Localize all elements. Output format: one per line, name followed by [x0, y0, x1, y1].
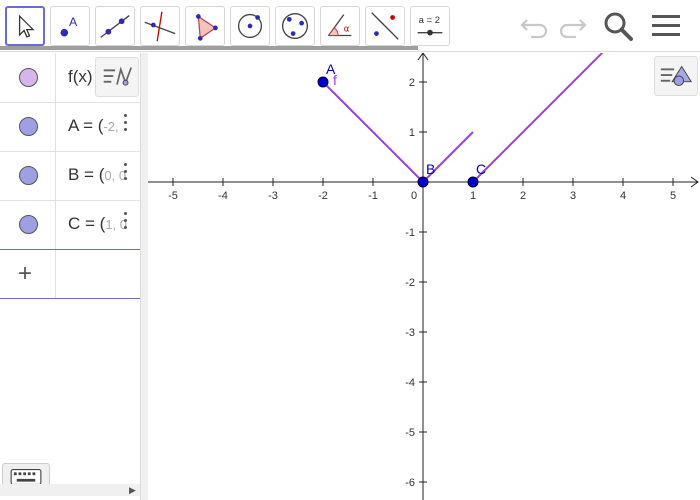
visibility-marble[interactable] [19, 117, 38, 136]
y-tick-label: -2 [405, 277, 415, 289]
graphics-style-bar-button[interactable] [654, 56, 698, 96]
point-b [417, 176, 429, 188]
algebra-input-row[interactable]: + [0, 249, 140, 299]
x-tick-label: 2 [520, 190, 526, 202]
line-tool-button[interactable] [95, 6, 135, 46]
point-label: B [426, 161, 435, 177]
visibility-marble[interactable] [19, 215, 38, 234]
y-tick-label: -6 [405, 477, 415, 489]
point-icon: A [60, 15, 78, 37]
main-menu-button[interactable] [648, 8, 684, 44]
algebra-row-label: f(x) [68, 67, 93, 86]
x-tick-label: 0 [411, 190, 417, 202]
algebra-horizontal-scrollbar[interactable] [0, 484, 140, 496]
move-tool-button[interactable] [5, 6, 45, 46]
marble-cell [0, 200, 56, 249]
circle-icon [237, 13, 263, 39]
scroll-right-arrow-icon[interactable]: ▶ [129, 485, 136, 496]
point-c [467, 176, 479, 188]
algebra-view: f(x) A = (-2, B = (0, 0 C = (1, 0 + [0, 53, 140, 500]
add-item-cell: + [0, 250, 56, 298]
point-label: A [326, 61, 336, 77]
redo-icon [559, 19, 587, 39]
reflect-tool-button[interactable] [365, 6, 405, 46]
algebra-row-label: B = ( [68, 165, 105, 184]
y-tick-label: 1 [409, 127, 415, 139]
angle-tool-label: α [344, 25, 350, 35]
algebra-row-c[interactable]: C = (1, 0 [0, 200, 140, 250]
y-tick-label: 2 [409, 77, 415, 89]
graphics-canvas[interactable]: -5 -4 -3 -2 -1 0 1 2 3 4 521-1-2-3-4-5-6fAB C [148, 53, 700, 500]
point-tool-button[interactable]: A [50, 6, 90, 46]
angle-icon: α [327, 14, 352, 37]
toolbar-scroll-indicator [0, 46, 418, 50]
point-label: C [476, 161, 486, 177]
perpendicular-line-icon [144, 11, 176, 42]
x-tick-label: 1 [470, 190, 476, 202]
undo-button[interactable] [517, 8, 553, 44]
circle-tool-button[interactable] [230, 6, 270, 46]
slider-icon: a = 2 [417, 15, 443, 36]
cursor-arrow-icon [18, 14, 35, 38]
function-segment [472, 53, 604, 183]
view-splitter[interactable] [140, 53, 148, 500]
algebra-row-text: C = (1, 0 [68, 214, 127, 234]
x-tick-label: -3 [268, 190, 278, 202]
hamburger-menu-icon [652, 15, 680, 36]
x-tick-label: -5 [168, 190, 178, 202]
algebra-row-text: B = (0, 0 [68, 165, 126, 185]
graphics-style-icon [660, 65, 693, 86]
x-tick-label: 3 [570, 190, 576, 202]
algebra-row-label: A = ( [68, 116, 104, 135]
angle-tool-button[interactable]: α [320, 6, 360, 46]
x-tick-label: 5 [670, 190, 676, 202]
algebra-row-value: -2, [103, 119, 119, 134]
polygon-icon [195, 14, 218, 41]
x-tick-label: -2 [318, 190, 328, 202]
y-tick-label: -5 [405, 427, 415, 439]
algebra-row-text: A = (-2, [68, 116, 119, 136]
y-tick-label: -1 [405, 227, 415, 239]
graphics-view[interactable]: -5 -4 -3 -2 -1 0 1 2 3 4 5 2 1 -1 -2 -3 -4 -5 -6 f A B C [148, 53, 700, 500]
x-tick-label: -4 [218, 190, 228, 202]
redo-button[interactable] [554, 8, 590, 44]
x-tick-label: 4 [620, 190, 626, 202]
search-icon [604, 12, 633, 41]
visibility-marble[interactable] [19, 166, 38, 185]
y-tick-label: -4 [405, 377, 415, 389]
plus-icon[interactable]: + [18, 260, 32, 288]
toolbar: A α a = 2 [0, 0, 700, 52]
point-a [317, 76, 329, 88]
algebra-style-bar-button[interactable] [95, 57, 139, 97]
algebra-row-b[interactable]: B = (0, 0 [0, 151, 140, 201]
marble-cell [0, 53, 56, 102]
y-tick-label: -3 [405, 327, 415, 339]
algebra-row-value: 0, 0 [104, 168, 127, 183]
conic-tool-button[interactable] [275, 6, 315, 46]
slider-tool-label: a = 2 [419, 15, 440, 26]
marble-cell [0, 102, 56, 151]
perpendicular-tool-button[interactable] [140, 6, 180, 46]
marble-cell [0, 151, 56, 200]
search-button[interactable] [600, 8, 636, 44]
reflect-icon [371, 12, 399, 40]
undo-icon [520, 19, 548, 39]
slider-tool-button[interactable]: a = 2 [410, 6, 450, 46]
algebra-row-a[interactable]: A = (-2, [0, 102, 140, 152]
x-tick-label: -1 [368, 190, 378, 202]
point-tool-label: A [69, 15, 78, 29]
algebra-row-text: f(x) [68, 67, 93, 87]
visibility-marble[interactable] [19, 68, 38, 87]
row-menu-icon[interactable] [124, 212, 128, 234]
toolbar-divider [0, 51, 700, 52]
algebra-row-label: C = ( [68, 214, 106, 233]
sort-function-icon [103, 66, 133, 86]
circle-through-points-icon [281, 12, 309, 40]
polygon-tool-button[interactable] [185, 6, 225, 46]
row-menu-icon[interactable] [124, 163, 128, 185]
line-icon [100, 15, 130, 38]
row-menu-icon[interactable] [124, 114, 128, 136]
